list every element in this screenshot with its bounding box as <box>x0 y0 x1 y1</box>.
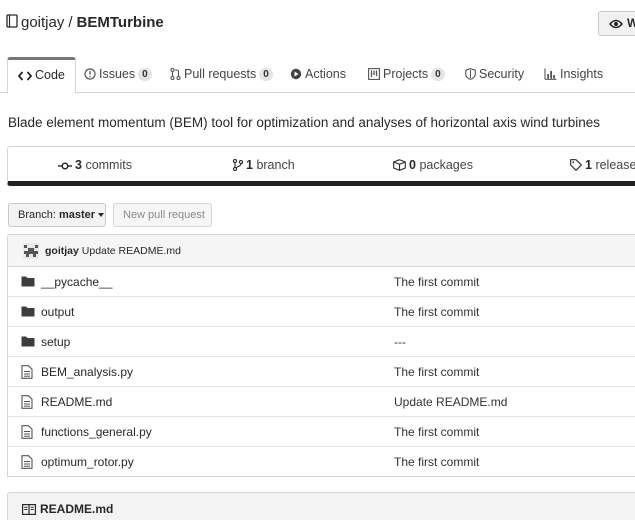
file-commit-message-link[interactable]: The first commit <box>394 425 479 439</box>
folder-icon <box>21 336 35 347</box>
file-row: functions_general.py The first commit <box>7 417 635 447</box>
file-icon <box>21 365 33 379</box>
eye-icon <box>608 19 624 29</box>
tab-pull-requests-label: Pull requests <box>184 67 257 81</box>
issue-icon <box>84 68 96 80</box>
repo-title: goitjay / BEMTurbine <box>6 14 164 33</box>
file-row: README.md Update README.md <box>7 387 635 417</box>
package-icon <box>393 159 406 171</box>
file-row: __pycache__ The first commit <box>7 267 635 297</box>
tab-insights[interactable]: Insights <box>544 57 603 93</box>
file-commit-message-link[interactable]: The first commit <box>394 365 479 379</box>
projects-counter: 0 <box>431 68 445 81</box>
pull-request-icon <box>170 67 181 81</box>
file-name-link[interactable]: __pycache__ <box>41 275 112 289</box>
repo-icon <box>6 14 18 33</box>
commits-link[interactable]: 3 commits <box>58 158 132 172</box>
numbers-summary: 3 commits 1 branch 0 packages 1 release <box>7 146 635 186</box>
file-row: output The first commit <box>7 297 635 327</box>
latest-commit-text: goitjay Update README.md <box>45 245 181 257</box>
commit-icon <box>58 162 72 170</box>
tab-code-label: Code <box>35 68 65 82</box>
file-name-link[interactable]: optimum_rotor.py <box>41 455 134 469</box>
releases-link[interactable]: 1 release <box>570 158 635 172</box>
branches-label: branch <box>256 158 295 172</box>
file-icon <box>21 395 33 409</box>
book-icon <box>22 504 37 516</box>
tab-insights-label: Insights <box>560 67 604 81</box>
latest-commit-bar: goitjay Update README.md <box>7 234 635 267</box>
file-commit-message-link[interactable]: The first commit <box>394 305 479 319</box>
tab-actions[interactable]: Actions <box>290 57 346 93</box>
tab-projects[interactable]: Projects 0 <box>368 57 445 93</box>
tab-security[interactable]: Security <box>465 57 524 93</box>
commits-label: commits <box>85 158 132 172</box>
releases-count: 1 <box>585 158 592 172</box>
repo-separator: / <box>68 14 73 31</box>
branch-prefix: Branch: <box>18 209 56 221</box>
branch-select-button[interactable]: Branch: master <box>8 203 106 227</box>
file-commit-message-link[interactable]: --- <box>394 335 406 349</box>
file-commit-message-link[interactable]: The first commit <box>394 455 479 469</box>
repo-name-link[interactable]: BEMTurbine <box>77 14 164 31</box>
pull-requests-counter: 0 <box>259 68 273 81</box>
packages-link[interactable]: 0 packages <box>393 158 473 172</box>
file-name-link[interactable]: BEM_analysis.py <box>41 365 133 379</box>
branches-link[interactable]: 1 branch <box>232 158 295 172</box>
new-pull-request-button[interactable]: New pull request <box>113 203 212 227</box>
readme-title: README.md <box>22 502 113 516</box>
readme-title-text: README.md <box>40 502 114 516</box>
watch-label: W <box>627 16 635 30</box>
file-row: optimum_rotor.py The first commit <box>7 447 635 477</box>
tab-projects-label: Projects <box>383 67 429 81</box>
file-name-link[interactable]: README.md <box>41 395 112 409</box>
repo-description: Blade element momentum (BEM) tool for op… <box>8 115 601 130</box>
branch-value: master <box>58 209 96 221</box>
file-name-link[interactable]: functions_general.py <box>41 425 152 439</box>
file-icon <box>21 455 33 469</box>
file-commit-message-link[interactable]: Update README.md <box>394 395 507 409</box>
avatar[interactable] <box>23 243 39 259</box>
packages-count: 0 <box>409 158 416 172</box>
file-icon <box>21 425 33 439</box>
issues-counter: 0 <box>138 68 152 81</box>
file-list: __pycache__ The first commit output The … <box>7 267 635 477</box>
tab-code[interactable]: Code <box>7 57 76 94</box>
repo-nav-tabs: Code Issues 0 Pull requests 0 Actions Proj… <box>0 57 635 94</box>
commit-message-link[interactable]: Update README.md <box>82 245 181 257</box>
releases-label: release <box>595 158 635 172</box>
tab-issues[interactable]: Issues 0 <box>84 57 152 93</box>
project-icon <box>368 68 380 80</box>
tag-icon <box>570 159 583 172</box>
watch-button[interactable]: W <box>598 11 635 36</box>
branches-count: 1 <box>246 158 253 172</box>
repo-header: goitjay / BEMTurbine W <box>0 0 635 48</box>
repo-page: goitjay / BEMTurbine W Code Issues 0 Pull r… <box>0 0 635 520</box>
code-icon <box>17 71 33 81</box>
folder-icon <box>21 276 35 287</box>
tab-pull-requests[interactable]: Pull requests 0 <box>170 57 273 93</box>
packages-label: packages <box>419 158 473 172</box>
branch-icon <box>232 158 244 172</box>
file-name-link[interactable]: setup <box>41 335 70 349</box>
tab-issues-label: Issues <box>99 67 136 81</box>
file-row: setup --- <box>7 327 635 357</box>
graph-icon <box>544 68 557 80</box>
tab-actions-label: Actions <box>305 67 346 81</box>
file-row: BEM_analysis.py The first commit <box>7 357 635 387</box>
commits-count: 3 <box>75 158 82 172</box>
folder-icon <box>21 306 35 317</box>
commit-author-link[interactable]: goitjay <box>45 245 79 257</box>
chevron-down-icon <box>98 213 105 217</box>
tab-security-label: Security <box>479 67 525 81</box>
readme-header: README.md <box>7 492 635 520</box>
file-commit-message-link[interactable]: The first commit <box>394 275 479 289</box>
play-icon <box>290 68 302 80</box>
repo-owner-link[interactable]: goitjay <box>21 14 64 31</box>
file-name-link[interactable]: output <box>41 305 74 319</box>
shield-icon <box>465 68 476 80</box>
